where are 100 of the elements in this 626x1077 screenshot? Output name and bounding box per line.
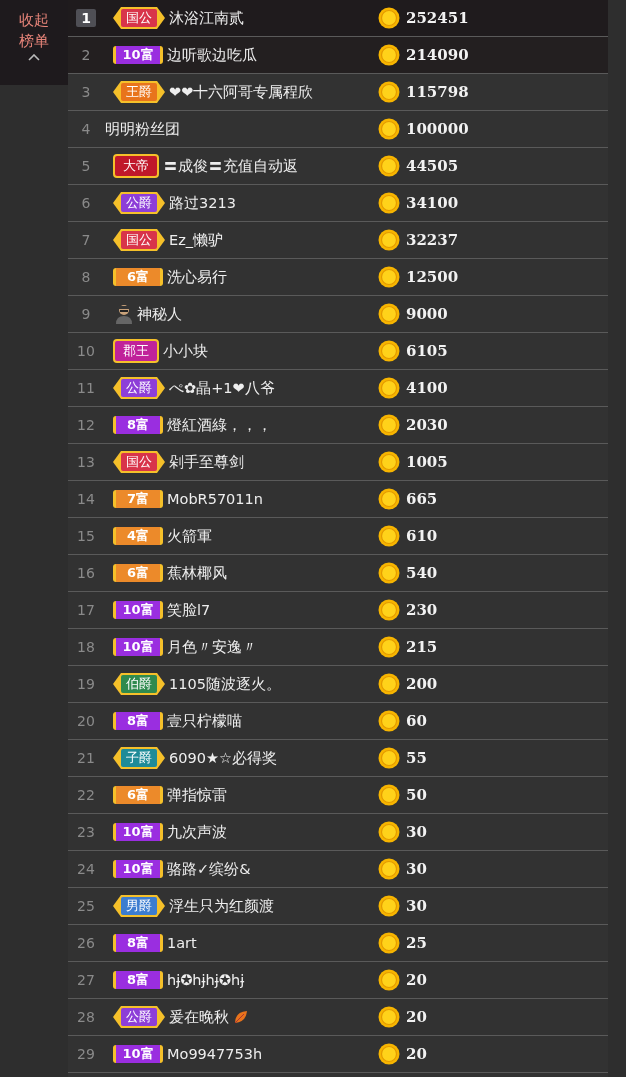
user-name: 弹指惊雷 — [167, 785, 227, 805]
person-icon — [115, 304, 133, 324]
coin-amount: 60 — [405, 712, 428, 730]
coin-icon — [378, 118, 400, 140]
rank-number: 11 — [77, 380, 95, 396]
wealth-badge: 10富 — [113, 601, 163, 619]
coin-icon — [378, 229, 400, 251]
coin-icon — [378, 340, 400, 362]
coin-amount: 115798 — [405, 83, 470, 101]
coin-amount: 100000 — [405, 120, 470, 138]
noble-badge: 公爵 — [113, 1006, 165, 1028]
coin-amount: 32237 — [405, 231, 460, 249]
noble-badge: 男爵 — [113, 895, 165, 917]
wealth-badge: 8富 — [113, 971, 163, 989]
coin-amount: 252451 — [405, 9, 470, 27]
user-name: 1105随波逐火。 — [169, 674, 281, 694]
coin-icon — [378, 821, 400, 843]
user-name: 明明粉丝团 — [105, 119, 180, 139]
coin-amount: 12500 — [405, 268, 460, 286]
wealth-badge: 4富 — [113, 527, 163, 545]
coin-amount: 34100 — [405, 194, 460, 212]
rank-number: 27 — [77, 972, 95, 988]
coin-amount: 50 — [405, 786, 428, 804]
user-name: 神秘人 — [137, 304, 182, 324]
wealth-badge: 6富 — [113, 564, 163, 582]
rank-number: 19 — [77, 676, 95, 692]
rank-number: 15 — [77, 528, 95, 544]
wealth-badge: 6富 — [113, 786, 163, 804]
user-name: 壹只柠檬喵 — [167, 711, 242, 731]
coin-icon — [378, 303, 400, 325]
rank-number: 4 — [81, 121, 91, 137]
coin-amount: 2030 — [405, 416, 449, 434]
rank-number: 17 — [77, 602, 95, 618]
coin-icon — [378, 451, 400, 473]
wealth-badge: 8富 — [113, 934, 163, 952]
rank-number: 7 — [81, 232, 91, 248]
user-name: hɉ✪hɉhɉ✪hɉ — [167, 972, 245, 988]
coin-amount: 215 — [405, 638, 439, 656]
user-name: 小小块 — [163, 341, 208, 361]
user-name: MobR57011n — [167, 491, 263, 507]
rank-number: 24 — [77, 861, 95, 877]
rank-number: 12 — [77, 417, 95, 433]
noble-badge: 国公 — [113, 7, 165, 29]
rank-number: 16 — [77, 565, 95, 581]
wealth-badge: 8富 — [113, 712, 163, 730]
rank-number: 28 — [77, 1009, 95, 1025]
user-name: ぺ✿晶+1❤八爷 — [169, 378, 275, 398]
noble-badge: 王爵 — [113, 81, 165, 103]
coin-icon — [378, 1043, 400, 1065]
user-name: ❤❤十六阿哥专属程欣 — [169, 82, 314, 102]
wealth-badge: 10富 — [113, 46, 163, 64]
user-name: 路过3213 — [169, 193, 236, 213]
caret-up-icon — [28, 54, 40, 61]
rank-number: 1 — [76, 9, 96, 27]
rank-number: 10 — [77, 343, 95, 359]
rank-number: 18 — [77, 639, 95, 655]
coin-icon — [378, 414, 400, 436]
crown-badge: 大帝 — [113, 154, 159, 178]
coin-amount: 9000 — [405, 305, 449, 323]
noble-badge: 伯爵 — [113, 673, 165, 695]
coin-icon — [378, 81, 400, 103]
rank-number: 25 — [77, 898, 95, 914]
coin-amount: 6105 — [405, 342, 449, 360]
coin-icon — [378, 155, 400, 177]
user-name: 边听歌边吃瓜 — [167, 45, 257, 65]
rank-number: 9 — [81, 306, 91, 322]
rank-number: 29 — [77, 1046, 95, 1062]
coin-icon — [378, 266, 400, 288]
coin-icon — [378, 784, 400, 806]
rank-number: 14 — [77, 491, 95, 507]
coin-amount: 665 — [405, 490, 439, 508]
rank-number: 2 — [81, 47, 91, 63]
user-name: 6090★☆必得奖 — [169, 748, 277, 768]
crown-badge: 郡王 — [113, 339, 159, 363]
rank-number: 26 — [77, 935, 95, 951]
coin-amount: 30 — [405, 823, 428, 841]
rank-number: 3 — [81, 84, 91, 100]
coin-icon — [378, 599, 400, 621]
collapse-button[interactable]: 收起榜单 — [0, 0, 68, 85]
coin-amount: 44505 — [405, 157, 460, 175]
user-name: 燈紅酒綠，，， — [167, 415, 272, 435]
rank-number: 20 — [77, 713, 95, 729]
coin-icon — [378, 969, 400, 991]
coin-icon — [378, 636, 400, 658]
coin-amount: 25 — [405, 934, 428, 952]
noble-badge: 公爵 — [113, 377, 165, 399]
coin-amount: 30 — [405, 897, 428, 915]
coin-icon — [378, 932, 400, 954]
wealth-badge: 8富 — [113, 416, 163, 434]
user-name: Mo9947753h — [167, 1046, 263, 1062]
coin-amount: 610 — [405, 527, 439, 545]
user-name: 笑脸l7 — [167, 600, 211, 620]
wealth-badge: 6富 — [113, 268, 163, 286]
coin-icon — [378, 377, 400, 399]
user-name: Ez_懒驴 — [169, 230, 224, 250]
user-name: 月色〃安逸〃 — [167, 637, 257, 657]
coin-amount: 4100 — [405, 379, 449, 397]
coin-icon — [378, 44, 400, 66]
noble-badge: 子爵 — [113, 747, 165, 769]
user-name: 九次声波 — [167, 822, 227, 842]
